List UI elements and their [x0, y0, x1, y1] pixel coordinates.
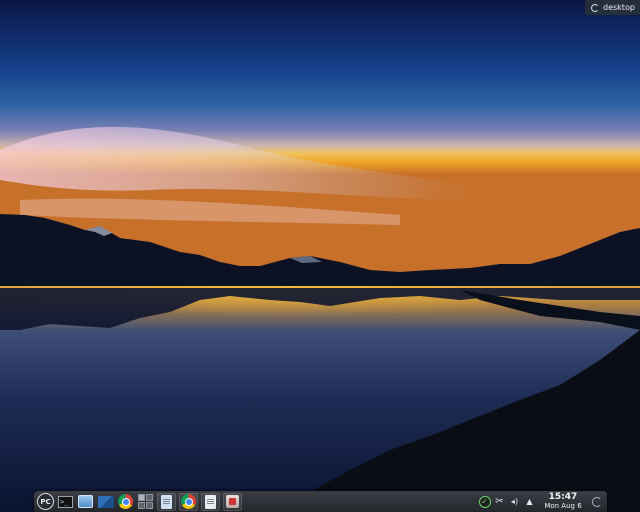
- package-manager-icon: [226, 495, 239, 508]
- terminal-launcher[interactable]: >_: [57, 493, 74, 510]
- volume-icon: ◂): [510, 497, 519, 506]
- desktop-4[interactable]: [146, 502, 153, 509]
- expand-tray-icon: ▲: [526, 497, 533, 506]
- document-icon: [161, 494, 172, 509]
- launcher-icon: PC: [37, 493, 54, 510]
- panel-settings-icon[interactable]: [592, 496, 602, 507]
- virtual-desktop-pager[interactable]: [137, 493, 154, 510]
- chrome-icon: [118, 494, 133, 509]
- pager-icon: [138, 494, 153, 509]
- chrome-launcher[interactable]: [117, 493, 134, 510]
- activity-icon: [591, 3, 599, 12]
- expand-tray-button[interactable]: ▲: [523, 494, 536, 509]
- text-editor-icon: [205, 494, 216, 509]
- writer-launcher[interactable]: [97, 493, 114, 510]
- application-launcher[interactable]: PC: [37, 493, 54, 510]
- update-check-icon: ✓: [478, 495, 491, 508]
- digital-clock[interactable]: 15:47 Mon Aug 6: [542, 493, 584, 510]
- task-package-manager[interactable]: [223, 492, 242, 511]
- desktop-2[interactable]: [146, 494, 153, 501]
- desktop-3[interactable]: [138, 502, 145, 509]
- clock-time: 15:47: [548, 492, 578, 502]
- file-manager-launcher[interactable]: [77, 493, 94, 510]
- task-chrome[interactable]: [179, 492, 198, 511]
- clipboard-button[interactable]: ✂: [493, 494, 506, 509]
- file-manager-icon: [78, 495, 93, 508]
- activity-label: desktop: [603, 3, 635, 12]
- chrome-icon: [181, 494, 196, 509]
- clock-date: Mon Aug 6: [544, 502, 582, 510]
- update-check-button[interactable]: ✓: [478, 494, 491, 509]
- volume-button[interactable]: ◂): [508, 494, 521, 509]
- writer-icon: [97, 495, 114, 508]
- task-text-editor[interactable]: [201, 492, 220, 511]
- terminal-icon: >_: [58, 495, 73, 508]
- desktop-1[interactable]: [138, 494, 145, 501]
- activity-switcher[interactable]: desktop: [585, 0, 640, 15]
- clipboard-scissors-icon: ✂: [495, 496, 504, 507]
- bottom-panel: PC >_ ✓ ✂ ◂) ▲ 15:47 Mon Aug 6: [34, 491, 607, 512]
- wallpaper: [0, 0, 640, 512]
- task-document[interactable]: [157, 492, 176, 511]
